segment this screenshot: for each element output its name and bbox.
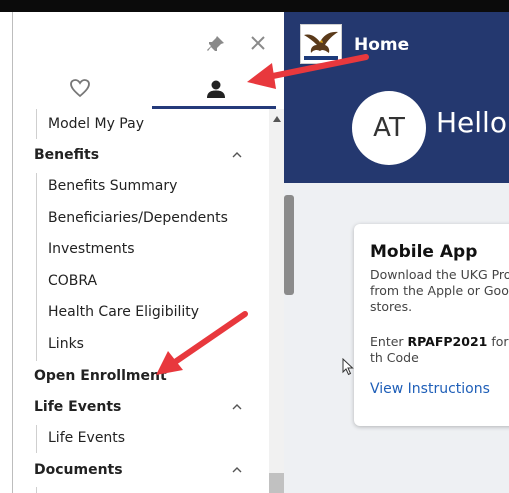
- page-scroll-thumb[interactable]: [284, 195, 294, 295]
- main-content: Home AT Hello Mobile App Download the UK…: [284, 12, 509, 493]
- sidebar-section-label: Documents: [34, 462, 123, 478]
- sidebar-item-health-care-eligibility[interactable]: Health Care Eligibility: [13, 297, 269, 327]
- sidebar-item-label: Investments: [48, 241, 135, 257]
- sidebar-item-life-events[interactable]: Life Events: [13, 423, 269, 453]
- greeting-text: Hello: [436, 106, 507, 139]
- chevron-up-icon[interactable]: [232, 403, 242, 411]
- sidebar-item-model-my-pay[interactable]: Model My Pay: [13, 109, 269, 139]
- sidebar-item-label: Beneficiaries/Dependents: [48, 210, 228, 226]
- card-description: Download the UKG Pro from the Apple or G…: [370, 267, 509, 314]
- sidebar-header: [13, 12, 285, 109]
- view-instructions-link[interactable]: View Instructions: [370, 381, 490, 397]
- card-code-text: Enter RPAFP2021 for th Code: [370, 334, 509, 366]
- mouse-cursor-icon: [342, 358, 354, 376]
- submenu-guide-line: [36, 487, 37, 493]
- sidebar-section-label: Open Enrollment: [34, 368, 167, 384]
- pin-icon[interactable]: [206, 34, 226, 54]
- sidebar-item-label: Life Events: [48, 430, 126, 446]
- company-logo[interactable]: [300, 24, 342, 64]
- home-banner: Home AT Hello: [284, 12, 509, 183]
- avatar[interactable]: AT: [352, 91, 426, 165]
- card-code-prefix: Enter: [370, 334, 408, 349]
- chevron-up-icon[interactable]: [232, 466, 242, 474]
- sidebar-scroll-thumb[interactable]: [269, 473, 285, 493]
- sidebar-item-label: COBRA: [48, 273, 98, 289]
- card-title: Mobile App: [370, 242, 478, 262]
- sidebar-item-label: Links: [48, 336, 84, 352]
- sidebar-section-life-events[interactable]: Life Events: [13, 392, 269, 422]
- app-window: Model My Pay Benefits Benefits Summary B…: [0, 0, 509, 493]
- sidebar-item-label: Health Care Eligibility: [48, 304, 200, 320]
- sidebar-section-open-enrollment[interactable]: Open Enrollment: [13, 361, 269, 391]
- sidebar-item-label: Benefits Summary: [48, 178, 178, 194]
- sidebar-item-benefits-summary[interactable]: Benefits Summary: [13, 171, 269, 201]
- heart-icon[interactable]: [69, 78, 91, 98]
- top-bar: [0, 0, 509, 12]
- sidebar-item-beneficiaries-dependents[interactable]: Beneficiaries/Dependents: [13, 203, 269, 233]
- sidebar-section-label: Benefits: [34, 147, 100, 163]
- sidebar-nav: Model My Pay Benefits Benefits Summary B…: [13, 109, 269, 493]
- page-title: Home: [354, 35, 410, 55]
- scroll-up-arrow-icon[interactable]: [273, 116, 281, 122]
- mobile-app-card: Mobile App Download the UKG Pro from the…: [354, 224, 509, 426]
- sidebar-item-cobra[interactable]: COBRA: [13, 266, 269, 296]
- card-code-value: RPAFP2021: [407, 334, 488, 349]
- sidebar-section-benefits[interactable]: Benefits: [13, 140, 269, 170]
- sidebar-item-investments[interactable]: Investments: [13, 234, 269, 264]
- sidebar-item-label: Model My Pay: [48, 116, 144, 132]
- sidebar-item-links[interactable]: Links: [13, 329, 269, 359]
- chevron-up-icon[interactable]: [232, 151, 242, 159]
- sidebar-section-label: Life Events: [34, 399, 122, 415]
- sidebar-scrollbar[interactable]: [269, 109, 285, 493]
- close-icon[interactable]: [249, 34, 267, 52]
- sidebar-panel: Model My Pay Benefits Benefits Summary B…: [12, 12, 285, 493]
- sidebar-section-documents[interactable]: Documents: [13, 455, 269, 485]
- user-icon[interactable]: [205, 78, 227, 100]
- eagle-logo-icon: [304, 31, 338, 60]
